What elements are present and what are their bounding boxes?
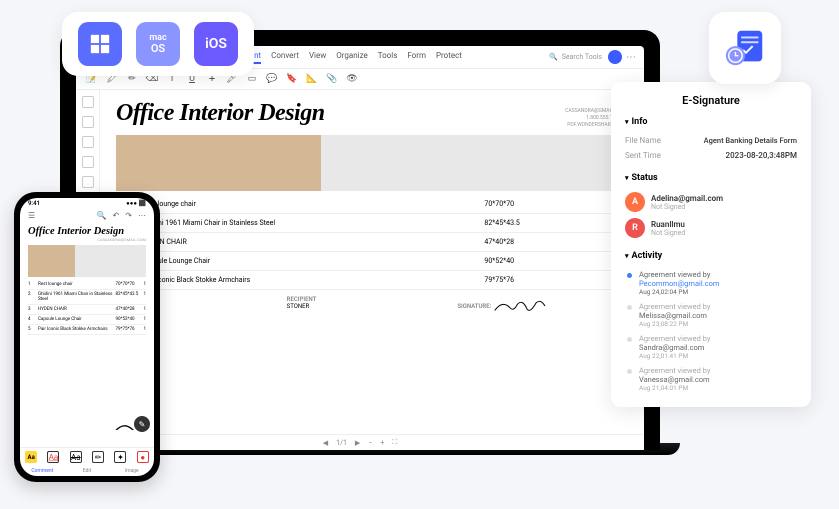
callout-icon[interactable]: 💬 — [266, 73, 278, 85]
esign-app-icon — [709, 12, 781, 84]
phone-toolbar: ☰ 🔍 ↶ ↷ ⋯ — [20, 209, 154, 222]
search-icon[interactable]: 🔍 — [97, 211, 107, 220]
tab-form[interactable]: Form — [407, 51, 426, 64]
back-icon[interactable]: ☰ — [28, 211, 35, 220]
tab-protect[interactable]: Protect — [436, 51, 462, 64]
zoom-out-icon[interactable]: − — [368, 439, 372, 447]
draw-icon[interactable]: ✏ — [92, 451, 104, 463]
thumbnails-icon[interactable] — [82, 96, 94, 108]
undo-icon[interactable]: ↶ — [113, 211, 120, 220]
phone-doc-meta: CASSANDRA@GMAIL.COM — [20, 237, 154, 242]
phone-tab-image[interactable]: Image — [109, 466, 154, 476]
phone-screen: 9:41●●● ⬛ ☰ 🔍 ↶ ↷ ⋯ Office Interior Desi… — [20, 198, 154, 476]
shape-icon[interactable]: ▭ — [246, 73, 258, 85]
table-row: 3HYDEN CHAIR47*40*281 — [116, 233, 628, 252]
table-row: 2Ghidini 1961 Miami Chair in Stainless S… — [116, 214, 628, 233]
more-icon[interactable]: ⋯ — [138, 211, 146, 220]
signature-add-button[interactable]: ✎ — [134, 416, 150, 432]
ios-icon: iOS — [194, 22, 238, 66]
activity-item: Agreement viewed byMelissa@gmail.comAug … — [625, 299, 797, 331]
hero-image — [116, 135, 628, 191]
esignature-panel: E-Signature Info File NameAgent Banking … — [611, 82, 811, 407]
activity-item: Agreement viewed byVanessa@gmail.comAug … — [625, 363, 797, 395]
phone-tab-comment[interactable]: Comment — [20, 466, 65, 476]
more-tools-icon[interactable]: ● — [137, 451, 149, 463]
more-icon[interactable]: ⋯ — [626, 52, 636, 63]
phone-statusbar: 9:41●●● ⬛ — [20, 198, 154, 209]
tab-organize[interactable]: Organize — [336, 51, 368, 64]
signature-mark — [491, 296, 551, 316]
next-page-icon[interactable]: ▶ — [355, 439, 360, 447]
tab-convert[interactable]: Convert — [271, 51, 299, 64]
list-item: 4Capsule Lounge Chair90*52*401 — [28, 315, 146, 325]
esig-title: E-Signature — [625, 94, 797, 107]
table-row: 4Capsule Lounge Chair90*52*401 — [116, 252, 628, 271]
fit-icon[interactable]: ⛶ — [392, 438, 397, 447]
phone-bottom-bar: Aa A̲a̲ Aa ✏ ✦ ● Comment Edit Image — [20, 447, 154, 476]
zoom-in-icon[interactable]: + — [380, 439, 384, 447]
attach-icon[interactable]: 📎 — [326, 73, 338, 85]
activity-item: Agreement viewed bySandra@gmail.comAug 2… — [625, 331, 797, 363]
measure-icon[interactable]: 📐 — [306, 73, 318, 85]
os-badges: macOS iOS — [62, 12, 254, 76]
list-item: 3HYDEN CHAIR47*40*281 — [28, 305, 146, 315]
comments-icon[interactable] — [82, 176, 94, 188]
esig-info-heading[interactable]: Info — [625, 117, 797, 127]
app-window: Home Edit Comment Convert View Organize … — [76, 46, 644, 450]
document-canvas: Office Interior Design CASSANDRA@GMAIL.C… — [100, 90, 644, 434]
phone-doc-title: Office Interior Design — [20, 222, 154, 237]
text-style-icon[interactable]: Aa — [25, 451, 37, 463]
status-bar: ◀ 1/1 ▶ − + ⛶ — [76, 434, 644, 450]
phone-hero-image — [28, 245, 146, 277]
esig-activity-heading[interactable]: Activity — [625, 251, 797, 261]
phone-tab-edit[interactable]: Edit — [65, 466, 110, 476]
user-avatar[interactable] — [608, 50, 622, 64]
windows-icon — [78, 22, 122, 66]
stamp-icon[interactable]: ✦ — [114, 451, 126, 463]
bookmarks-icon[interactable] — [82, 116, 94, 128]
tab-view[interactable]: View — [309, 51, 326, 64]
stamp-icon[interactable]: 🔖 — [286, 73, 298, 85]
prev-page-icon[interactable]: ◀ — [323, 439, 328, 447]
signer-item: AAdelina@gmail.comNot Signed — [625, 189, 797, 215]
esig-status-heading[interactable]: Status — [625, 173, 797, 183]
font-a-icon[interactable]: A̲a̲ — [47, 451, 59, 463]
layers-icon[interactable] — [82, 136, 94, 148]
activity-item: Agreement viewed byPecommon@gmail.comAug… — [625, 267, 797, 299]
avatar: A — [625, 192, 645, 212]
document-title: Office Interior Design — [116, 100, 628, 127]
signer-item: RRuanllmuNot Signed — [625, 215, 797, 241]
phone-table: 1Rest lounge chair70*70*7012Ghidini 1961… — [28, 280, 146, 335]
table-row: 1Rest lounge chair70*70*701 — [116, 195, 628, 214]
list-item: 2Ghidini 1961 Miami Chair in Stainless S… — [28, 290, 146, 305]
phone-frame: 9:41●●● ⬛ ☰ 🔍 ↶ ↷ ⋯ Office Interior Desi… — [14, 192, 160, 482]
redo-icon[interactable]: ↷ — [125, 211, 132, 220]
page-indicator: 1/1 — [336, 439, 347, 447]
list-item: 1Rest lounge chair70*70*701 — [28, 280, 146, 290]
eye-icon[interactable]: 👁 — [346, 73, 358, 85]
tab-tools[interactable]: Tools — [378, 51, 398, 64]
table-row: 5Pair Iconic Black Stokke Armchairs79*75… — [116, 271, 628, 290]
search-area[interactable]: 🔍 Search Tools — [549, 53, 602, 61]
list-item: 5Pair Iconic Black Stokke Armchairs79*75… — [28, 325, 146, 335]
footer-row: BANKdeuram RECIPIENTSTONER SIGNATURE: — [116, 296, 628, 316]
font-b-icon[interactable]: Aa — [70, 451, 82, 463]
attachments-icon[interactable] — [82, 156, 94, 168]
avatar: R — [625, 218, 645, 238]
macos-icon: macOS — [136, 22, 180, 66]
items-table: 1Rest lounge chair70*70*7012Ghidini 1961… — [116, 195, 628, 290]
